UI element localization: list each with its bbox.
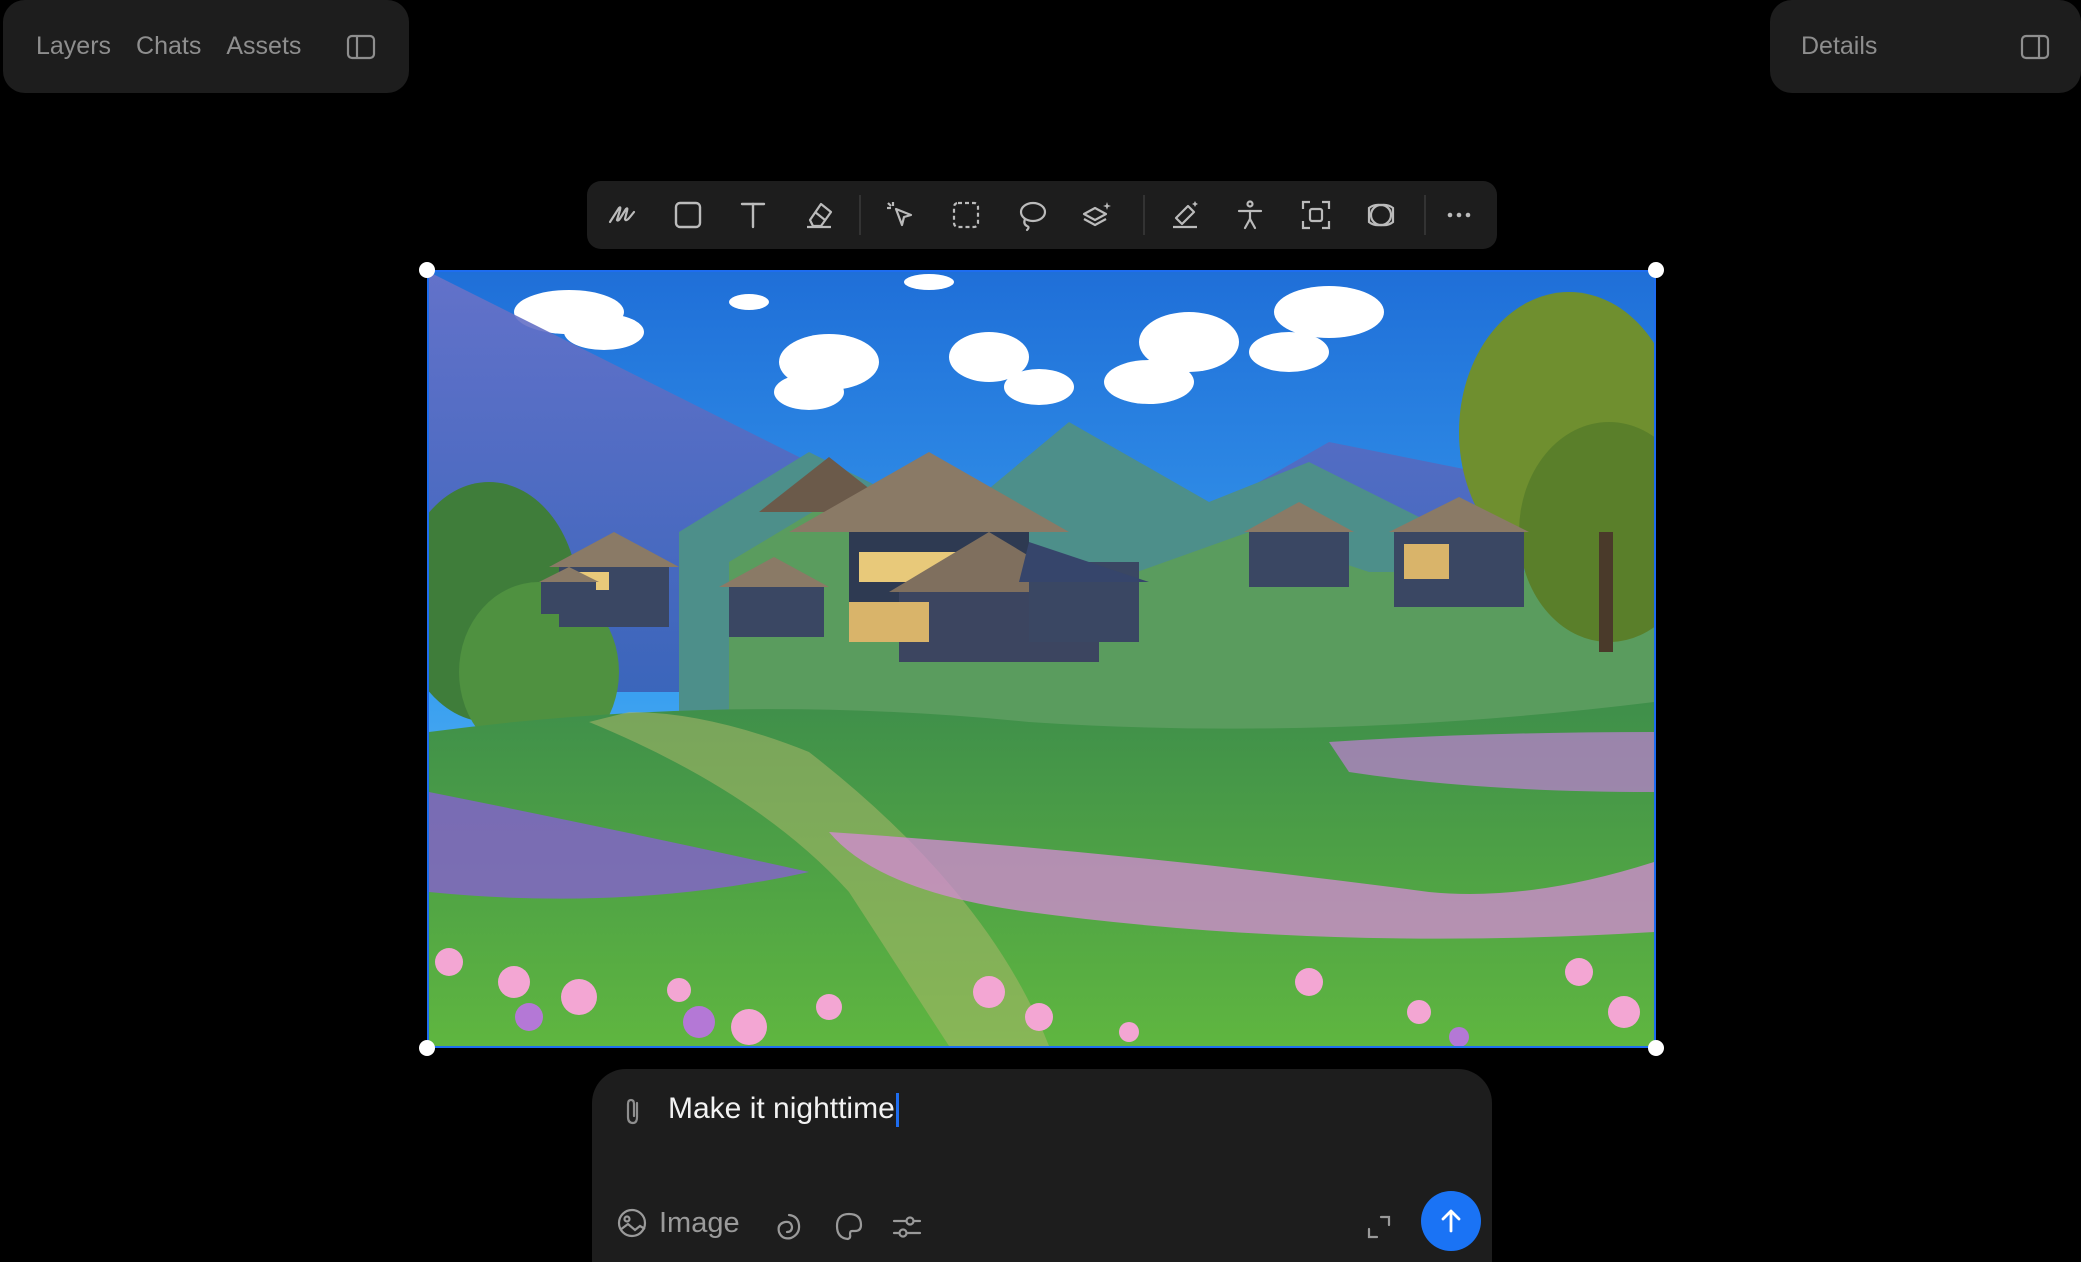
rectangle-icon[interactable] (668, 195, 708, 235)
sidebar-left-icon[interactable] (346, 33, 376, 61)
layers-magic-icon[interactable] (1077, 195, 1117, 235)
details-title[interactable]: Details (1801, 32, 1877, 61)
pose-icon[interactable] (1230, 195, 1270, 235)
send-button[interactable] (1421, 1191, 1481, 1251)
eraser-icon[interactable] (799, 195, 839, 235)
toolbar-divider (859, 195, 861, 235)
toolbar-divider (1143, 195, 1145, 235)
image-mode-label: Image (659, 1206, 740, 1239)
expand-icon[interactable] (1362, 1210, 1396, 1244)
village-landscape-image (429, 272, 1654, 1046)
model-icon[interactable] (772, 1210, 806, 1244)
prompt-controls: Image (592, 1200, 1492, 1254)
toolbar-divider (1424, 195, 1426, 235)
style-palette-icon[interactable] (832, 1210, 866, 1244)
tab-chats[interactable]: Chats (136, 32, 201, 61)
image-mode-button[interactable]: Image (615, 1206, 740, 1240)
sidebar-right-icon[interactable] (2020, 33, 2050, 61)
settings-sliders-icon[interactable] (890, 1210, 924, 1244)
prompt-input[interactable]: Make it nighttime (668, 1092, 899, 1128)
remove-background-icon[interactable] (1361, 195, 1401, 235)
left-panel: Layers Chats Assets (3, 0, 409, 93)
tab-layers[interactable]: Layers (36, 32, 111, 61)
crop-focus-icon[interactable] (1296, 195, 1336, 235)
prompt-box: Make it nighttime Image (592, 1069, 1492, 1262)
arrow-up-icon (1441, 1209, 1461, 1233)
tab-assets[interactable]: Assets (226, 32, 301, 61)
prompt-text: Make it nighttime (668, 1092, 895, 1125)
lasso-icon[interactable] (1012, 195, 1052, 235)
paperclip-icon[interactable] (616, 1094, 650, 1128)
resize-handle-top-right[interactable] (1648, 262, 1664, 278)
smart-select-icon[interactable] (881, 195, 921, 235)
canvas-image[interactable] (427, 270, 1656, 1048)
right-panel: Details (1770, 0, 2081, 93)
tool-toolbar (587, 181, 1497, 249)
resize-handle-bottom-left[interactable] (419, 1040, 435, 1056)
resize-handle-bottom-right[interactable] (1648, 1040, 1664, 1056)
text-caret (895, 1093, 899, 1128)
more-icon[interactable] (1439, 195, 1479, 235)
resize-handle-top-left[interactable] (419, 262, 435, 278)
text-icon[interactable] (733, 195, 773, 235)
marquee-select-icon[interactable] (946, 195, 986, 235)
image-icon (617, 1208, 647, 1238)
draw-icon[interactable] (602, 195, 642, 235)
brush-magic-icon[interactable] (1165, 195, 1205, 235)
